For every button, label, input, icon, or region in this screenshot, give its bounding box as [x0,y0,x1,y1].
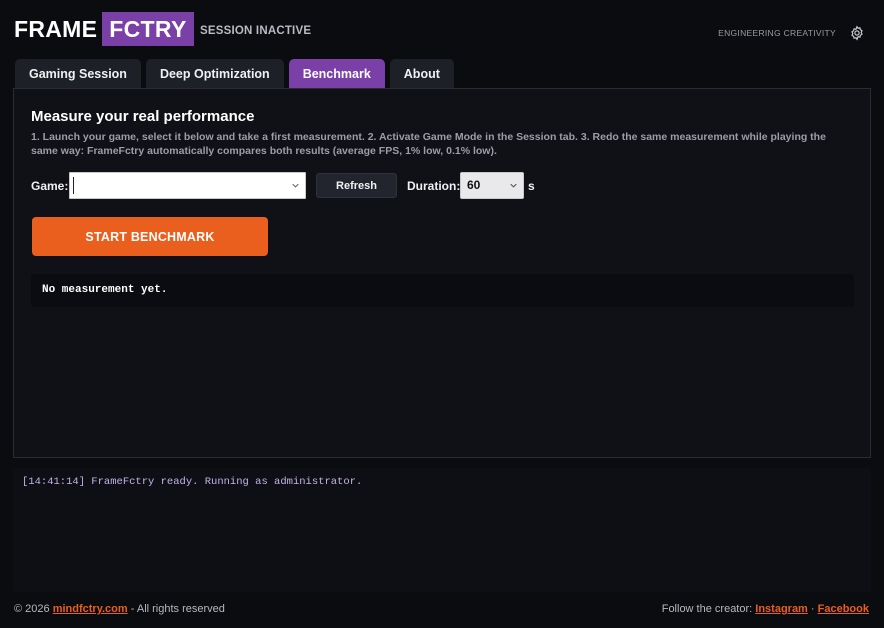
facebook-link[interactable]: Facebook [818,603,869,615]
start-benchmark-button[interactable]: START BENCHMARK [32,217,268,256]
tab-bar: Gaming Session Deep Optimization Benchma… [15,59,454,89]
site-link[interactable]: mindfctry.com [53,603,128,615]
log-console[interactable]: [14:41:14] FrameFctry ready. Running as … [13,468,871,592]
refresh-button[interactable]: Refresh [316,173,397,198]
tab-about[interactable]: About [389,59,454,89]
tab-deep-optimization[interactable]: Deep Optimization [145,59,284,89]
benchmark-panel: Measure your real performance 1. Launch … [13,88,871,458]
benchmark-controls: Game: Refresh Duration: 60 s [31,172,851,199]
session-status: SESSION INACTIVE [200,25,312,37]
text-caret [73,177,74,194]
footer-copyright: © 2026 mindfctry.com - All rights reserv… [14,603,225,615]
game-select[interactable] [69,172,306,199]
separator: · [810,603,815,615]
header: FRAME FCTRY SESSION INACTIVE ENGINEERING… [0,0,884,58]
follow-label: Follow the creator: [661,603,753,615]
result-box: No measurement yet. [31,274,854,307]
tagline: ENGINEERING CREATIVITY [718,28,836,38]
copyright-suffix: - All rights reserved [130,603,225,615]
chevron-down-icon [292,183,299,188]
logo: FRAME FCTRY [14,12,194,46]
footer-social: Follow the creator: Instagram · Facebook [662,603,869,615]
tab-gaming-session[interactable]: Gaming Session [15,59,141,89]
log-line: [14:41:14] FrameFctry ready. Running as … [22,476,363,488]
gear-icon[interactable] [849,25,865,41]
instagram-link[interactable]: Instagram [755,603,808,615]
panel-title: Measure your real performance [31,108,255,125]
duration-value: 60 [467,178,481,192]
game-label: Game: [31,179,69,193]
duration-select[interactable]: 60 [460,172,524,199]
logo-fctry: FCTRY [102,12,194,46]
chevron-down-icon [510,183,517,188]
duration-label: Duration: [407,179,461,193]
duration-unit: s [528,179,535,193]
result-text: No measurement yet. [42,284,168,296]
copyright-prefix: © 2026 [14,603,50,615]
panel-description: 1. Launch your game, select it below and… [31,131,826,157]
tab-benchmark[interactable]: Benchmark [288,59,385,89]
logo-frame: FRAME [14,16,98,42]
app-window: FRAME FCTRY SESSION INACTIVE ENGINEERING… [0,0,884,628]
